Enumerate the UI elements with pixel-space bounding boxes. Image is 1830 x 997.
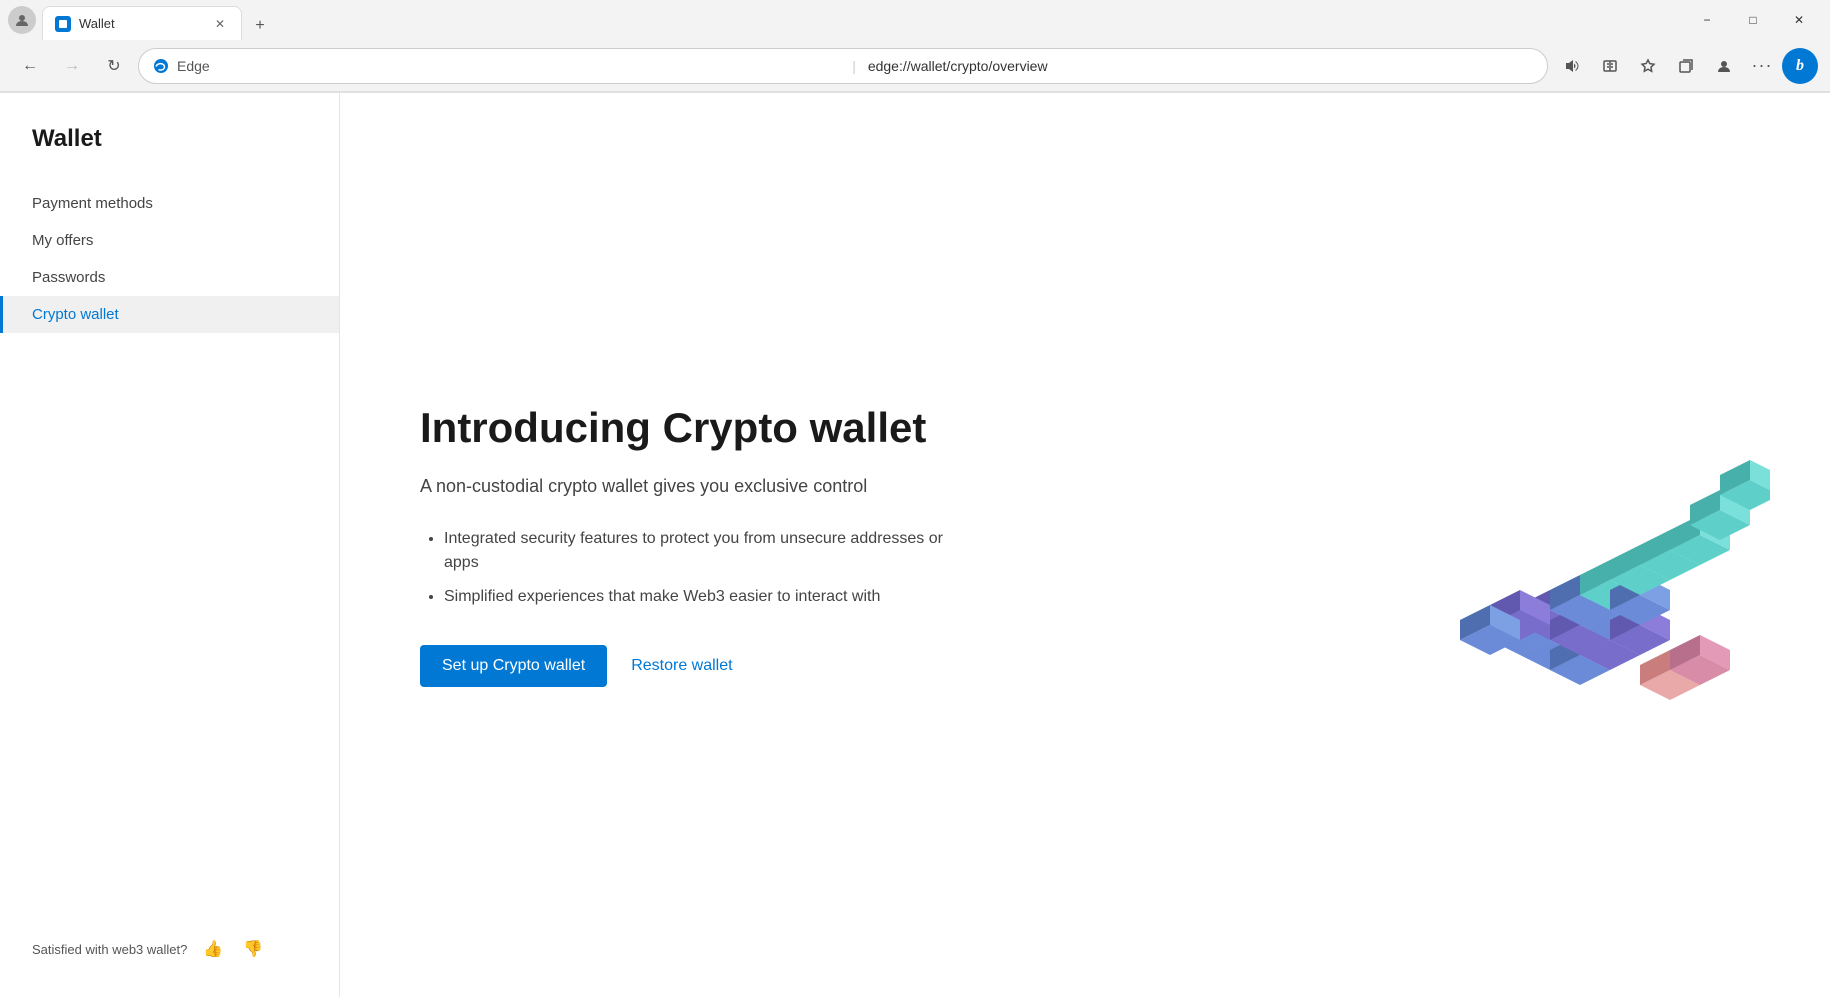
crypto-cubes-illustration bbox=[1350, 335, 1770, 755]
sidebar-item-crypto-wallet[interactable]: Crypto wallet bbox=[0, 296, 339, 333]
toolbar-actions: ··· b bbox=[1554, 48, 1818, 84]
thumbs-down-button[interactable]: 👎 bbox=[239, 937, 267, 961]
back-button[interactable]: ← bbox=[12, 48, 48, 84]
immersive-reader-button[interactable] bbox=[1592, 48, 1628, 84]
close-button[interactable]: ✕ bbox=[1776, 4, 1822, 36]
collections-button[interactable] bbox=[1668, 48, 1704, 84]
tab-close-button[interactable]: ✕ bbox=[211, 15, 229, 33]
more-options-button[interactable]: ··· bbox=[1744, 48, 1780, 84]
new-tab-button[interactable]: + bbox=[246, 12, 274, 40]
intro-heading: Introducing Crypto wallet bbox=[420, 403, 980, 453]
tab-favicon bbox=[55, 16, 71, 32]
maximize-button[interactable]: □ bbox=[1730, 4, 1776, 36]
feature-item-2: Simplified experiences that make Web3 ea… bbox=[444, 585, 980, 609]
address-bar[interactable]: Edge | edge://wallet/crypto/overview bbox=[138, 48, 1548, 84]
url-separator: | bbox=[852, 58, 856, 74]
profile-icon[interactable] bbox=[8, 6, 36, 34]
thumbs-up-button[interactable]: 👍 bbox=[199, 937, 227, 961]
feature-list: Integrated security features to protect … bbox=[420, 527, 980, 609]
edge-logo-icon bbox=[153, 58, 169, 74]
page-content: Wallet Payment methods My offers Passwor… bbox=[0, 92, 1830, 997]
sidebar-item-my-offers[interactable]: My offers bbox=[0, 222, 339, 259]
profile-button[interactable] bbox=[1706, 48, 1742, 84]
sidebar-item-payment-methods[interactable]: Payment methods bbox=[0, 185, 339, 222]
action-buttons: Set up Crypto wallet Restore wallet bbox=[420, 645, 980, 687]
sidebar: Wallet Payment methods My offers Passwor… bbox=[0, 93, 340, 997]
feedback-text: Satisfied with web3 wallet? bbox=[32, 942, 187, 957]
tab-title: Wallet bbox=[79, 16, 203, 31]
title-bar: Wallet ✕ + − □ ✕ bbox=[0, 0, 1830, 40]
read-aloud-button[interactable] bbox=[1554, 48, 1590, 84]
forward-button[interactable]: → bbox=[54, 48, 90, 84]
sidebar-title: Wallet bbox=[0, 125, 339, 185]
minimize-button[interactable]: − bbox=[1684, 4, 1730, 36]
window-controls: − □ ✕ bbox=[1684, 4, 1822, 36]
browser-window: Wallet ✕ + − □ ✕ ← → ↻ Edge | edge://wal… bbox=[0, 0, 1830, 997]
sidebar-footer: Satisfied with web3 wallet? 👍 👎 bbox=[0, 921, 339, 977]
favorites-button[interactable] bbox=[1630, 48, 1666, 84]
toolbar: ← → ↻ Edge | edge://wallet/crypto/overvi… bbox=[0, 40, 1830, 92]
active-tab[interactable]: Wallet ✕ bbox=[42, 6, 242, 40]
url-text: edge://wallet/crypto/overview bbox=[868, 58, 1533, 74]
main-panel: Introducing Crypto wallet A non-custodia… bbox=[340, 93, 1830, 997]
bing-button[interactable]: b bbox=[1782, 48, 1818, 84]
content-text: Introducing Crypto wallet A non-custodia… bbox=[420, 403, 980, 687]
tab-strip: Wallet ✕ + bbox=[42, 0, 1678, 40]
intro-subheading: A non-custodial crypto wallet gives you … bbox=[420, 474, 980, 499]
setup-crypto-wallet-button[interactable]: Set up Crypto wallet bbox=[420, 645, 607, 687]
restore-wallet-button[interactable]: Restore wallet bbox=[631, 657, 732, 675]
edge-label: Edge bbox=[177, 58, 842, 74]
sidebar-navigation: Payment methods My offers Passwords Cryp… bbox=[0, 185, 339, 921]
refresh-button[interactable]: ↻ bbox=[96, 48, 132, 84]
sidebar-item-passwords[interactable]: Passwords bbox=[0, 259, 339, 296]
cubes-svg bbox=[1350, 335, 1770, 755]
feature-item-1: Integrated security features to protect … bbox=[444, 527, 980, 575]
